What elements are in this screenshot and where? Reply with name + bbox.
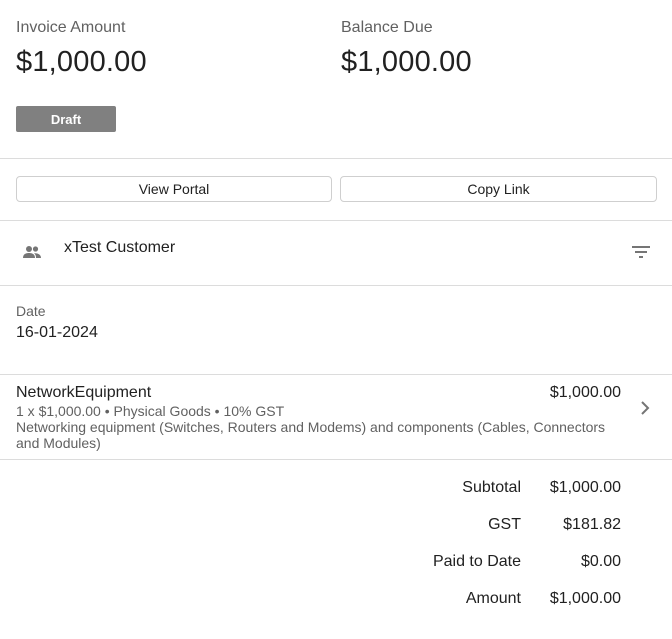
view-portal-button[interactable]: View Portal — [16, 176, 332, 202]
filter-icon[interactable] — [632, 246, 650, 258]
gst-label: GST — [488, 516, 521, 533]
totals-section: Subtotal $1,000.00 GST $181.82 Paid to D… — [0, 460, 672, 630]
divider — [0, 158, 672, 159]
copy-link-button[interactable]: Copy Link — [340, 176, 657, 202]
subtotal-label: Subtotal — [462, 479, 521, 496]
balance-due-label: Balance Due — [341, 19, 433, 36]
invoice-amount-label: Invoice Amount — [16, 19, 126, 36]
line-item-row[interactable]: NetworkEquipment $1,000.00 1 x $1,000.00… — [0, 375, 672, 459]
amount-value: $1,000.00 — [549, 590, 621, 607]
line-item-name: NetworkEquipment — [16, 384, 152, 401]
line-item-description: Networking equipment (Switches, Routers … — [16, 419, 606, 451]
balance-due-value: $1,000.00 — [341, 46, 472, 78]
divider — [0, 285, 672, 286]
date-value: 16-01-2024 — [16, 324, 98, 341]
line-item-amount: $1,000.00 — [549, 384, 621, 401]
gst-value: $181.82 — [563, 516, 621, 533]
paid-to-date-label: Paid to Date — [432, 553, 521, 570]
customer-name: xTest Customer — [64, 239, 176, 256]
invoice-amount-value: $1,000.00 — [16, 46, 147, 78]
chevron-right-icon — [640, 401, 650, 415]
amount-label: Amount — [465, 590, 521, 607]
date-label: Date — [16, 303, 46, 319]
people-icon — [23, 245, 41, 259]
paid-to-date-value: $0.00 — [580, 553, 621, 570]
customer-row[interactable]: xTest Customer — [0, 221, 672, 285]
subtotal-value: $1,000.00 — [549, 479, 621, 496]
line-item-meta: 1 x $1,000.00 • Physical Goods • 10% GST — [16, 403, 285, 419]
status-badge: Draft — [16, 106, 116, 132]
